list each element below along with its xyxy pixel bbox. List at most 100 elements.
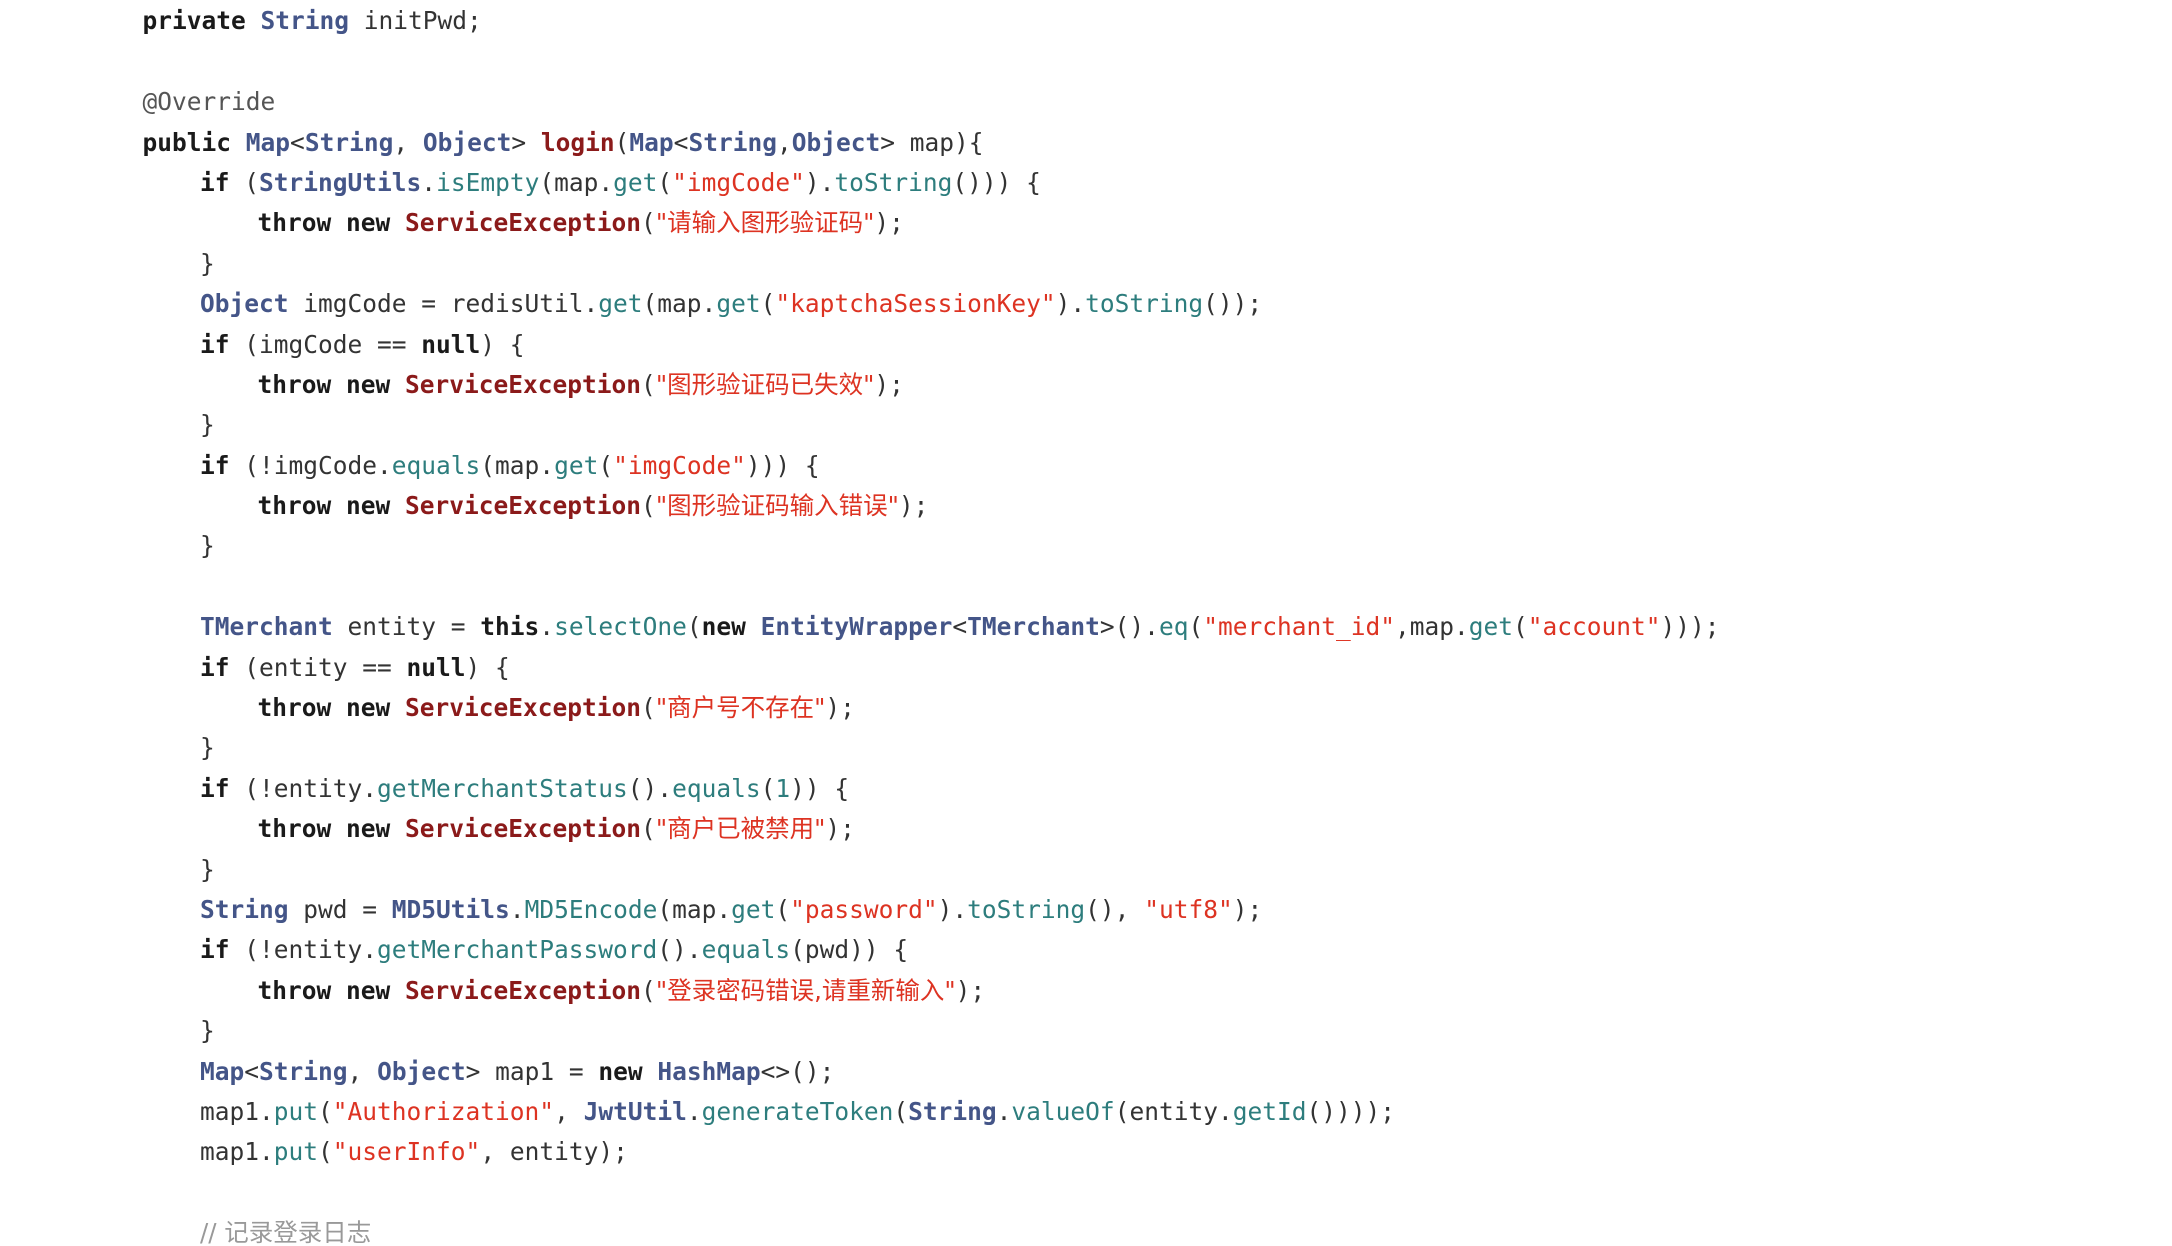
- code-line: }: [0, 728, 2172, 768]
- code-token-pln: (: [686, 612, 702, 642]
- code-token-type: String: [304, 127, 394, 157]
- code-token-pln: ).: [804, 167, 835, 197]
- code-token-pln: ,map.: [1394, 612, 1469, 642]
- code-token-pln: [390, 814, 405, 843]
- code-line: Map<String, Object> map1 = new HashMap<>…: [0, 1052, 2172, 1092]
- code-token-kw: private: [142, 6, 246, 36]
- code-line: }: [0, 850, 2172, 890]
- code-token-fn: equals: [391, 450, 481, 480]
- code-token-pln: [246, 6, 261, 35]
- code-token-pln: [643, 1057, 658, 1086]
- code-token-pln: (: [641, 693, 656, 723]
- code-token-fn: get: [554, 450, 599, 480]
- code-token-pln: );: [898, 491, 929, 521]
- code-token-pln: [390, 370, 405, 399]
- code-token-pln: ) {: [465, 652, 510, 682]
- code-token-type: String: [260, 6, 350, 36]
- code-token-pln: >: [511, 127, 541, 157]
- code-token-type: Map: [629, 127, 674, 157]
- code-token-type: String: [259, 1056, 348, 1086]
- code-line: throw new ServiceException("商户已被禁用");: [0, 809, 2172, 849]
- code-block: ... private String initPwd; @Override publ…: [0, 0, 2172, 1246]
- code-token-fndef: login: [540, 127, 615, 157]
- code-token-str: "imgCode": [672, 167, 805, 197]
- code-token-pln: ))) {: [745, 450, 820, 480]
- code-token-pln: (: [641, 491, 656, 521]
- code-token-exc: ServiceException: [405, 369, 642, 399]
- code-token-pln: .: [539, 612, 555, 642]
- code-token-fn: put: [273, 1137, 319, 1167]
- code-token-fn: get: [731, 894, 776, 924]
- code-token-pln: <: [244, 1056, 260, 1086]
- code-token-pln: .: [996, 1096, 1012, 1126]
- code-token-fn: getId: [1232, 1096, 1307, 1126]
- code-token-kw: this: [480, 612, 540, 642]
- code-token-cmt: // 记录登录日志: [200, 1218, 372, 1246]
- code-token-fn: equals: [701, 935, 791, 965]
- code-token-pln: imgCode = redisUtil.: [288, 289, 599, 319]
- code-token-str: "password": [790, 894, 938, 924]
- code-token-pln: (: [229, 167, 260, 197]
- code-token-pln: }: [200, 854, 215, 884]
- code-token-kw: new: [598, 1056, 643, 1086]
- code-token-pln: ,: [347, 1056, 378, 1086]
- code-token-kw: throw new: [257, 975, 391, 1005]
- code-token-num: 1: [775, 773, 791, 803]
- code-token-fn: get: [716, 289, 761, 319]
- code-token-pln: (map.: [642, 289, 717, 319]
- code-line: public Map<String, Object> login(Map<Str…: [0, 123, 2172, 163]
- code-token-kw: if: [200, 329, 230, 359]
- code-token-pln: ,: [554, 1096, 584, 1126]
- code-line: }: [0, 526, 2172, 566]
- code-token-str: "userInfo": [332, 1137, 481, 1167]
- code-token-kw: throw new: [257, 369, 391, 399]
- code-token-pln: [390, 208, 405, 237]
- code-line: if (entity == null) {: [0, 648, 2172, 688]
- code-token-pln: );: [874, 369, 904, 399]
- code-token-kw: if: [200, 652, 230, 682]
- code-token-fn: toString: [834, 167, 953, 197]
- code-token-pln: (map.: [539, 167, 614, 197]
- code-line: @Override: [0, 82, 2172, 122]
- code-token-pln: (: [775, 894, 791, 924]
- code-line: if (!entity.getMerchantPassword().equals…: [0, 930, 2172, 970]
- code-token-type: JwtUtil: [583, 1096, 687, 1126]
- code-token-type: Map: [245, 127, 291, 157]
- code-viewer[interactable]: ... private String initPwd; @Override publ…: [0, 0, 2172, 1246]
- code-token-pln: >().: [1099, 612, 1159, 642]
- code-token-pln: (: [641, 814, 656, 844]
- code-token-type: HashMap: [657, 1056, 761, 1086]
- code-token-type: Object: [791, 127, 881, 157]
- code-token-str: "merchant_id": [1203, 612, 1395, 642]
- code-token-pln: (: [598, 450, 614, 480]
- code-token-ann: @Override: [142, 87, 276, 117]
- code-line: String pwd = MD5Utils.MD5Encode(map.get(…: [0, 890, 2172, 930]
- code-token-pln: > map1 =: [465, 1056, 599, 1086]
- code-token-pln: .: [509, 894, 525, 924]
- code-token-pln: <: [673, 127, 689, 157]
- code-token-exc: ServiceException: [405, 975, 642, 1005]
- code-token-pln: .: [686, 1096, 702, 1126]
- code-token-pln: [390, 976, 405, 1005]
- code-line: throw new ServiceException("商户号不存在");: [0, 688, 2172, 728]
- code-line: }: [0, 244, 2172, 284]
- code-token-pln: initPwd;: [349, 6, 482, 36]
- code-token-pln: <: [290, 127, 305, 157]
- code-token-pln: (pwd)) {: [790, 935, 909, 965]
- code-token-kw: throw new: [257, 693, 391, 723]
- code-token-pln: <>();: [760, 1056, 835, 1086]
- code-token-kw: null: [421, 329, 481, 359]
- code-token-str: "图形验证码已失效": [655, 369, 875, 399]
- code-token-fn: getMerchantStatus: [377, 773, 628, 803]
- code-line: if (StringUtils.isEmpty(map.get("imgCode…: [0, 163, 2172, 203]
- code-token-pln: [231, 128, 246, 157]
- code-token-pln: [390, 491, 405, 520]
- code-token-pln: );: [825, 814, 855, 844]
- code-token-pln: > map){: [880, 127, 984, 157]
- code-token-pln: }: [200, 248, 215, 278]
- code-token-pln: (map.: [480, 450, 555, 480]
- code-token-pln: )));: [1660, 612, 1720, 642]
- code-token-pln: );: [825, 693, 855, 723]
